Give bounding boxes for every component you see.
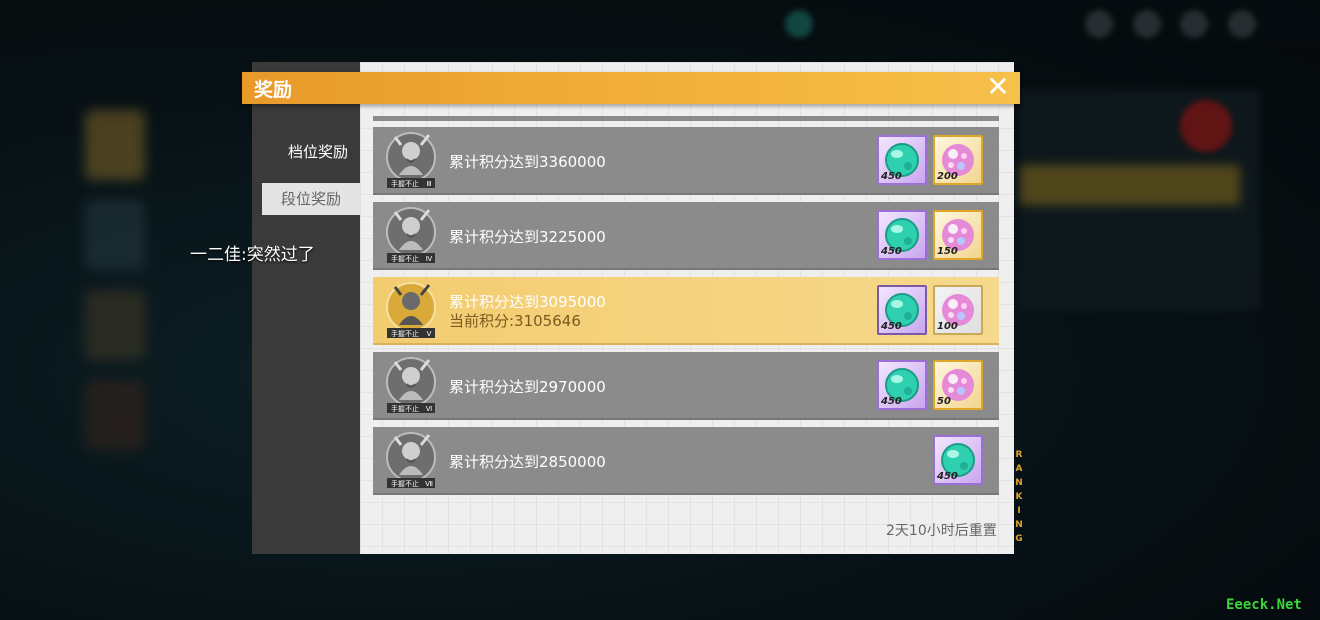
tier-row: 手握不止 Ⅵ 累计积分达到2970000 450 50 bbox=[373, 352, 999, 420]
ranking-side-label: RANKING bbox=[1015, 450, 1023, 544]
tier-requirement: 累计积分达到2970000 bbox=[449, 378, 606, 396]
reward-qty: 100 bbox=[937, 321, 958, 332]
reward-item-orb[interactable]: 50 bbox=[933, 360, 983, 410]
tier-badge-icon: 手握不止 Ⅳ bbox=[385, 206, 437, 263]
close-icon[interactable]: ✕ bbox=[984, 72, 1012, 104]
svg-text:手握不止: 手握不止 bbox=[391, 179, 419, 188]
tier-requirement: 累计积分达到3225000 bbox=[449, 228, 606, 246]
tier-badge-icon: 手握不止 Ⅶ bbox=[385, 431, 437, 488]
reward-item-gem[interactable]: 450 bbox=[877, 210, 927, 260]
reward-qty: 450 bbox=[881, 246, 902, 257]
svg-text:Ⅵ: Ⅵ bbox=[426, 405, 432, 413]
svg-text:Ⅳ: Ⅳ bbox=[426, 255, 433, 263]
svg-text:手握不止: 手握不止 bbox=[391, 254, 419, 263]
reward-qty: 50 bbox=[937, 396, 951, 407]
reward-item-gem[interactable]: 450 bbox=[877, 135, 927, 185]
tier-badge-icon: 手握不止 Ⅵ bbox=[385, 356, 437, 413]
reward-item-gem[interactable]: 450 bbox=[933, 435, 983, 485]
dialog-title: 奖励 bbox=[254, 79, 293, 101]
tier-badge-icon: 手握不止 Ⅴ bbox=[386, 282, 436, 338]
svg-text:Ⅲ: Ⅲ bbox=[427, 180, 432, 188]
reward-qty: 450 bbox=[881, 321, 902, 332]
reward-qty: 200 bbox=[937, 171, 958, 182]
svg-text:Ⅶ: Ⅶ bbox=[425, 480, 433, 488]
svg-text:手握不止: 手握不止 bbox=[391, 404, 419, 413]
tier-row-current: 手握不止 Ⅴ 累计积分达到3095000 当前积分:3105646 450 10… bbox=[373, 277, 999, 345]
tier-requirement: 累计积分达到2850000 bbox=[449, 453, 606, 471]
list-top-divider bbox=[373, 116, 999, 121]
reward-item-orb[interactable]: 150 bbox=[933, 210, 983, 260]
tab-rank-rewards[interactable]: 段位奖励 bbox=[262, 183, 360, 215]
current-score: 当前积分:3105646 bbox=[449, 312, 581, 330]
reward-item-orb[interactable]: 100 bbox=[933, 285, 983, 335]
tier-row: 手握不止 Ⅲ 累计积分达到3360000 450 200 bbox=[373, 127, 999, 195]
chat-message: 一二佳:突然过了 bbox=[190, 245, 315, 265]
reward-item-orb[interactable]: 200 bbox=[933, 135, 983, 185]
reward-qty: 450 bbox=[881, 396, 902, 407]
tier-requirement: 累计积分达到3095000 bbox=[449, 293, 606, 311]
tab-tier-rewards[interactable]: 档位奖励 bbox=[262, 136, 360, 168]
watermark: Eeeck.Net bbox=[1226, 597, 1302, 613]
reward-item-gem[interactable]: 450 bbox=[877, 360, 927, 410]
dialog-header: 奖励 ✕ bbox=[242, 72, 1020, 104]
reward-qty: 450 bbox=[937, 471, 958, 482]
svg-text:手握不止: 手握不止 bbox=[391, 329, 419, 338]
tier-badge-icon: 手握不止 Ⅲ bbox=[385, 131, 437, 188]
reset-countdown: 2天10小时后重置 bbox=[886, 523, 997, 539]
tier-requirement: 累计积分达到3360000 bbox=[449, 153, 606, 171]
reward-item-gem[interactable]: 450 bbox=[877, 285, 927, 335]
svg-text:手握不止: 手握不止 bbox=[391, 479, 419, 488]
reward-qty: 450 bbox=[881, 171, 902, 182]
tier-row: 手握不止 Ⅳ 累计积分达到3225000 450 150 bbox=[373, 202, 999, 270]
reward-qty: 150 bbox=[937, 246, 958, 257]
tier-row: 手握不止 Ⅶ 累计积分达到2850000 450 bbox=[373, 427, 999, 495]
svg-text:Ⅴ: Ⅴ bbox=[427, 330, 432, 338]
